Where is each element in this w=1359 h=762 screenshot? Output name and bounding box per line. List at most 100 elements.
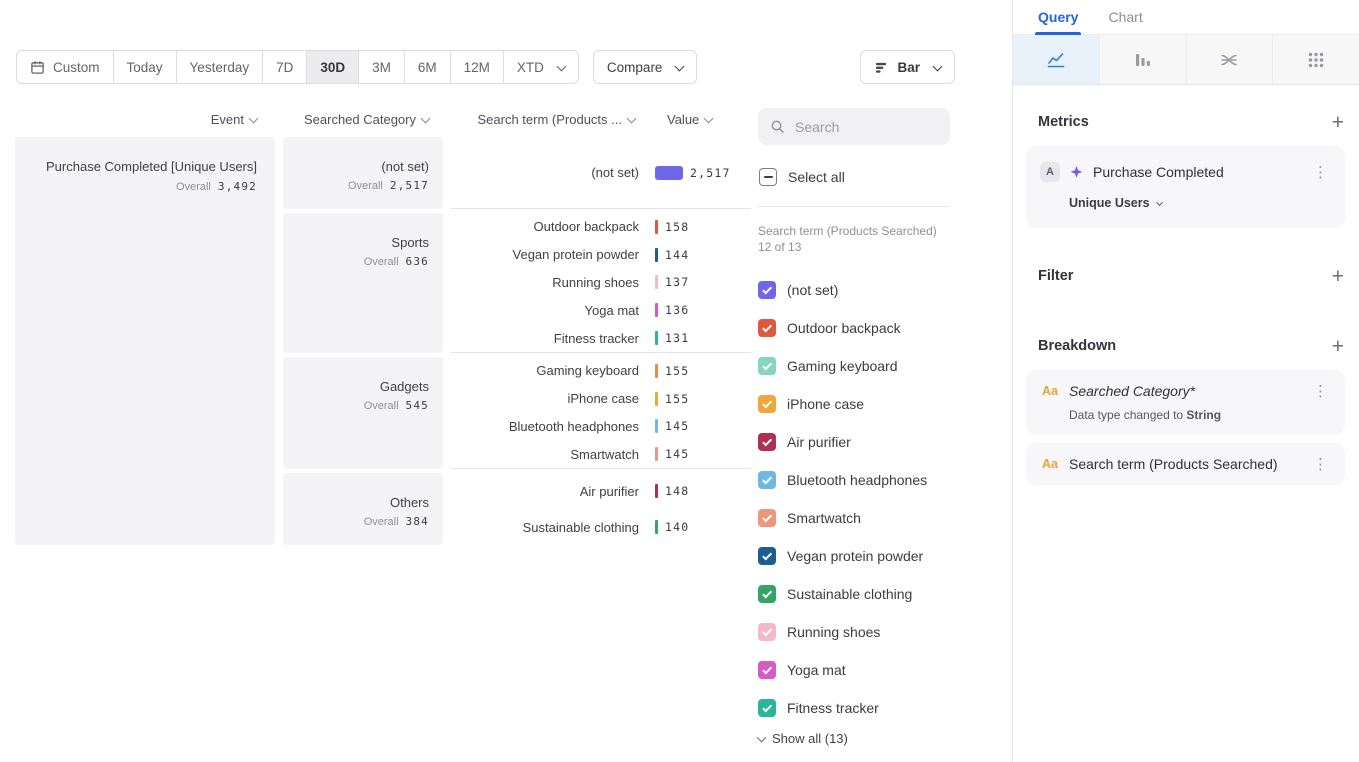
tab-insights[interactable]	[1013, 35, 1100, 84]
legend-item-label: Vegan protein powder	[787, 548, 923, 564]
tab-funnels[interactable]	[1100, 35, 1187, 84]
date-range-30d[interactable]: 30D	[307, 51, 359, 83]
legend-item[interactable]: iPhone case	[758, 385, 950, 423]
checkbox-checked[interactable]	[758, 357, 776, 375]
legend-item[interactable]: Vegan protein powder	[758, 537, 950, 575]
table-row[interactable]: Yoga mat136	[451, 296, 751, 324]
table-row[interactable]: Vegan protein powder 144	[451, 241, 751, 269]
date-range-7d[interactable]: 7D	[263, 51, 307, 83]
checkbox-checked[interactable]	[758, 281, 776, 299]
tab-query[interactable]: Query	[1038, 0, 1078, 34]
tab-flows[interactable]	[1187, 35, 1274, 84]
measurement-dropdown[interactable]: Unique Users	[1069, 196, 1331, 210]
breakdown-card[interactable]: Aa Search term (Products Searched) ⋮	[1026, 443, 1345, 485]
breakdown-menu-button[interactable]: ⋮	[1310, 457, 1331, 472]
legend-item-label: Sustainable clothing	[787, 586, 912, 602]
category-overall: Overall2,517	[283, 179, 429, 192]
date-range-today[interactable]: Today	[114, 51, 177, 83]
table-row[interactable]: Smartwatch145	[451, 440, 751, 468]
legend-item[interactable]: Smartwatch	[758, 499, 950, 537]
value-cell: 144	[655, 248, 689, 262]
search-input[interactable]	[793, 118, 938, 136]
table-row[interactable]: Gaming keyboard155	[451, 357, 751, 385]
legend-item[interactable]: Sustainable clothing	[758, 575, 950, 613]
term-label: Sustainable clothing	[451, 520, 639, 535]
dots-grid-icon	[1306, 50, 1326, 70]
flows-icon	[1219, 50, 1239, 70]
add-filter-button[interactable]: +	[1332, 266, 1344, 287]
checkbox-checked[interactable]	[758, 395, 776, 413]
add-breakdown-button[interactable]: +	[1332, 336, 1344, 357]
metric-menu-button[interactable]: ⋮	[1310, 165, 1331, 180]
legend-item[interactable]: (not set)	[758, 271, 950, 309]
check-icon	[762, 664, 772, 674]
category-cell[interactable]: (not set)Overall2,517	[283, 137, 443, 209]
date-range-yesterday[interactable]: Yesterday	[177, 51, 264, 83]
legend-item-label: Smartwatch	[787, 510, 861, 526]
table-row[interactable]: Bluetooth headphones145	[451, 413, 751, 441]
legend-item[interactable]: Fitness tracker	[758, 689, 950, 727]
value-number: 2,517	[690, 166, 731, 180]
breakdown-card[interactable]: Aa Searched Category* ⋮ Data type change…	[1026, 370, 1345, 435]
table-group: SportsOverall636Outdoor backpack158Vegan…	[283, 213, 751, 353]
select-all-row[interactable]: Select all	[758, 168, 950, 186]
category-cell[interactable]: OthersOverall384	[283, 473, 443, 545]
column-header-search-term[interactable]: Search term (Products ...	[451, 112, 639, 127]
date-range-label: XTD	[517, 60, 544, 75]
category-cell[interactable]: SportsOverall636	[283, 213, 443, 353]
series-search[interactable]	[758, 108, 950, 145]
table-body: Purchase Completed [Unique Users] Overal…	[15, 137, 751, 545]
legend-item[interactable]: Air purifier	[758, 423, 950, 461]
checkbox-checked[interactable]	[758, 509, 776, 527]
checkbox-checked[interactable]	[758, 699, 776, 717]
add-metric-button[interactable]: +	[1332, 112, 1344, 133]
table-row[interactable]: Fitness tracker131	[451, 324, 751, 352]
date-range-6m[interactable]: 6M	[405, 51, 451, 83]
category-cell[interactable]: GadgetsOverall545	[283, 357, 443, 469]
checkbox-checked[interactable]	[758, 433, 776, 451]
metric-card[interactable]: A Purchase Completed ⋮ Unique Users	[1026, 146, 1345, 228]
table-row[interactable]: Sustainable clothing140	[451, 509, 751, 545]
value-number: 137	[665, 275, 689, 289]
legend-item[interactable]: Running shoes	[758, 613, 950, 651]
legend-item-label: iPhone case	[787, 396, 864, 412]
breakdown-menu-button[interactable]: ⋮	[1310, 384, 1331, 399]
checkbox-checked[interactable]	[758, 319, 776, 337]
table-row[interactable]: Outdoor backpack158	[451, 213, 751, 241]
event-cell[interactable]: Purchase Completed [Unique Users] Overal…	[15, 137, 275, 545]
breakdown-note: Data type changed to String	[1069, 408, 1331, 422]
date-range-xtd[interactable]: XTD	[504, 51, 578, 83]
date-range-3m[interactable]: 3M	[359, 51, 405, 83]
show-all-button[interactable]: Show all (13)	[758, 731, 950, 746]
checkbox-checked[interactable]	[758, 471, 776, 489]
term-label: Vegan protein powder	[451, 247, 639, 262]
chart-type-button[interactable]: Bar	[860, 50, 955, 84]
legend-item[interactable]: Outdoor backpack	[758, 309, 950, 347]
chevron-down-icon	[249, 114, 259, 124]
checkbox-indeterminate[interactable]	[759, 168, 777, 186]
table-row[interactable]: Running shoes137	[451, 269, 751, 297]
compare-button[interactable]: Compare	[593, 50, 698, 84]
tab-retention[interactable]	[1273, 35, 1359, 84]
event-overall: Overall3,492	[15, 180, 257, 193]
date-range-label: 6M	[418, 60, 437, 75]
table-row[interactable]: iPhone case155	[451, 385, 751, 413]
column-header-event[interactable]: Event	[15, 112, 275, 127]
legend-item[interactable]: Bluetooth headphones	[758, 461, 950, 499]
table-row[interactable]: (not set)2,517	[451, 137, 751, 208]
checkbox-checked[interactable]	[758, 661, 776, 679]
date-range-12m[interactable]: 12M	[451, 51, 504, 83]
column-header-value[interactable]: Value	[655, 112, 712, 127]
checkbox-checked[interactable]	[758, 547, 776, 565]
value-cell: 145	[655, 447, 689, 461]
metric-card-row: A Purchase Completed ⋮	[1040, 162, 1331, 182]
column-header-searched-category[interactable]: Searched Category	[283, 112, 443, 127]
table-row[interactable]: Air purifier148	[451, 473, 751, 509]
legend-item[interactable]: Gaming keyboard	[758, 347, 950, 385]
date-range-custom[interactable]: Custom	[17, 51, 114, 83]
overall-value: 2,517	[390, 179, 429, 192]
checkbox-checked[interactable]	[758, 585, 776, 603]
checkbox-checked[interactable]	[758, 623, 776, 641]
tab-chart[interactable]: Chart	[1108, 0, 1142, 34]
legend-item[interactable]: Yoga mat	[758, 651, 950, 689]
